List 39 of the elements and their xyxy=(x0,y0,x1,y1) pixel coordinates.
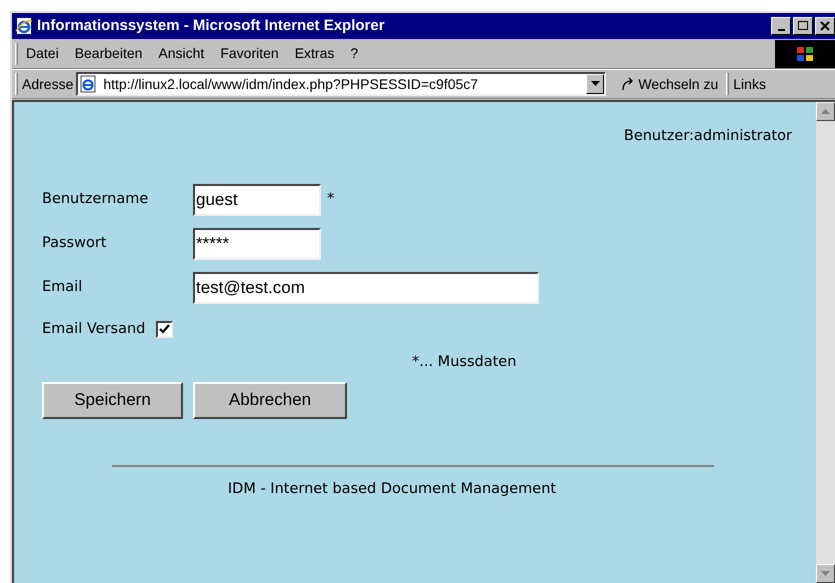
windows-logo xyxy=(775,40,835,68)
menu-item[interactable]: Datei xyxy=(18,43,67,64)
field-label: Passwort xyxy=(42,234,108,253)
menu-item[interactable]: Extras xyxy=(286,43,342,64)
form-button[interactable]: Abbrechen xyxy=(193,382,347,418)
go-button[interactable]: Wechseln zu xyxy=(620,74,718,94)
minimize-icon xyxy=(778,28,784,30)
input-field[interactable]: ***** xyxy=(193,228,321,260)
scrollbar[interactable] xyxy=(816,102,835,583)
maximize-button[interactable] xyxy=(793,17,813,35)
checkbox[interactable] xyxy=(156,321,174,338)
window-title: Informationssystem - Microsoft Internet Explorer xyxy=(37,16,385,36)
maximize-icon xyxy=(798,21,808,31)
address-label: Adresse xyxy=(22,74,74,94)
required-note: *... Mussdaten xyxy=(412,352,516,372)
field-label: Email Versand xyxy=(42,320,146,339)
menu-item[interactable]: Favoriten xyxy=(212,43,287,64)
input-field[interactable]: guest xyxy=(193,184,321,216)
scroll-down-icon xyxy=(821,571,830,576)
form-button[interactable]: Speichern xyxy=(42,382,183,418)
field-label: Benutzername xyxy=(42,190,150,209)
links-label[interactable]: Links xyxy=(733,74,766,94)
input-field[interactable]: test@test.com xyxy=(193,272,539,304)
minimize-button[interactable] xyxy=(771,17,791,35)
close-button[interactable] xyxy=(815,17,835,35)
dropdown-button[interactable] xyxy=(586,74,604,94)
user-label: Benutzer:administrator xyxy=(624,127,792,146)
close-icon xyxy=(820,21,830,31)
menu-item[interactable]: Bearbeiten xyxy=(66,43,150,64)
page-icon xyxy=(79,75,98,93)
caret-icon xyxy=(590,81,600,87)
menu-item[interactable]: Ansicht xyxy=(150,43,212,64)
scroll-up-icon xyxy=(821,109,830,114)
menu-item[interactable]: ? xyxy=(342,43,366,64)
address-field[interactable]: http://linux2.local/www/idm/index.php?PHPSESSID=c9f05c7 xyxy=(76,72,606,96)
browser-icon xyxy=(15,17,33,35)
footer-text: IDM - Internet based Document Management xyxy=(228,480,556,498)
field-label: Email xyxy=(42,278,84,297)
required-mark: * xyxy=(327,190,334,209)
